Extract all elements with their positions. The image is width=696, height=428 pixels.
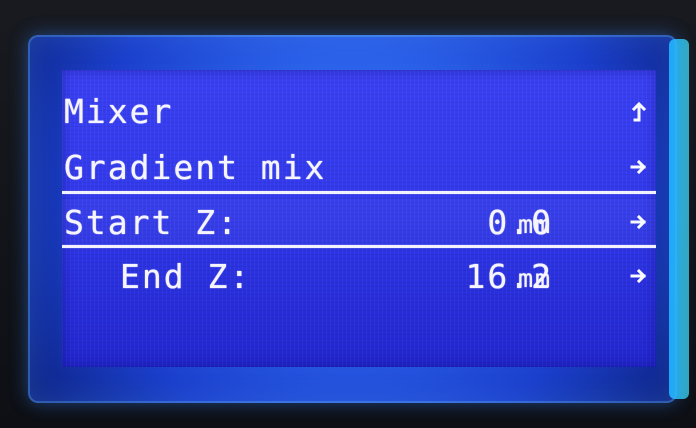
menu-row-start-z[interactable]: Start Z: 0.0 mm <box>62 199 656 247</box>
right-arrow-icon <box>630 264 648 288</box>
start-z-label: Start Z: <box>64 203 239 242</box>
gradient-mix-label: Gradient mix <box>64 148 327 187</box>
end-z-label: End Z: <box>120 257 252 296</box>
up-return-icon <box>630 99 648 123</box>
start-z-unit: mm <box>518 210 553 239</box>
menu-row-gradient-mix[interactable]: Gradient mix <box>62 144 656 192</box>
right-arrow-icon <box>630 210 648 234</box>
menu-row-end-z[interactable]: End Z: 16.2 mm <box>62 253 656 301</box>
lcd-screen: Mixer Gradient mix Start Z: 0.0 mm End Z… <box>62 70 656 367</box>
menu-row-mixer[interactable]: Mixer <box>62 88 656 136</box>
selection-top-divider <box>62 191 656 194</box>
device-frame: Mixer Gradient mix Start Z: 0.0 mm End Z… <box>0 0 696 428</box>
right-arrow-icon <box>630 155 648 179</box>
end-z-unit: mm <box>518 264 553 293</box>
selection-bottom-divider <box>62 245 656 248</box>
mixer-label: Mixer <box>64 92 174 131</box>
